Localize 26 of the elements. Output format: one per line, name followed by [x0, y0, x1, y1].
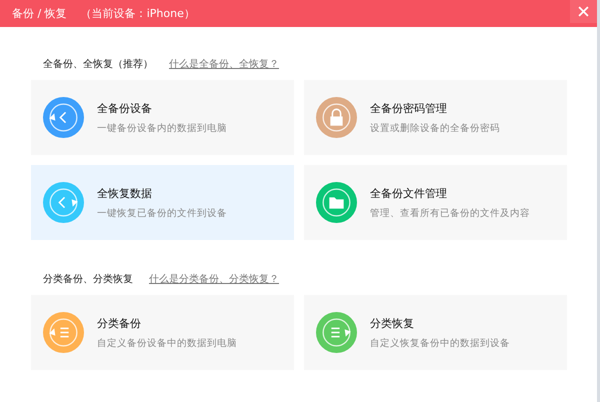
card-description: 自定义备份设备中的数据到电脑	[97, 336, 237, 350]
section-heading: 分类备份、分类恢复	[43, 272, 133, 286]
window-title: 备份 / 恢复	[12, 6, 67, 21]
card-description: 自定义恢复备份中的数据到设备	[370, 336, 510, 350]
close-icon	[578, 6, 589, 17]
device-label: （当前设备：iPhone）	[80, 6, 195, 21]
option-card[interactable]: 分类恢复 自定义恢复备份中的数据到设备	[304, 295, 567, 370]
help-link[interactable]: 什么是分类备份、分类恢复？	[149, 272, 279, 286]
help-link[interactable]: 什么是全备份、全恢复？	[169, 57, 279, 71]
card-description: 一键备份设备内的数据到电脑	[97, 122, 227, 134]
card-title: 分类备份	[97, 316, 142, 330]
card-title: 全备份密码管理	[370, 100, 448, 116]
card-description: 设置或删除设备的全备份密码	[370, 122, 500, 134]
card-description: 一键恢复已备份的文件到设备	[97, 206, 227, 220]
section-heading: 全备份、全恢复（推荐）	[43, 58, 153, 71]
option-card[interactable]: 分类备份 自定义备份设备中的数据到电脑	[31, 295, 294, 370]
close-button[interactable]	[570, 0, 597, 23]
card-title: 全备份文件管理	[370, 186, 448, 200]
card-title: 全恢复数据	[97, 186, 153, 200]
option-card[interactable]: 全备份设备 一键备份设备内的数据到电脑	[31, 80, 294, 155]
card-description: 管理、查看所有已备份的文件及内容	[370, 206, 530, 220]
card-title: 分类恢复	[370, 316, 415, 330]
option-card[interactable]: 全备份密码管理 设置或删除设备的全备份密码	[304, 80, 567, 155]
option-card[interactable]: 全恢复数据 一键恢复已备份的文件到设备	[31, 165, 294, 240]
card-title: 全备份设备	[97, 100, 153, 116]
option-card[interactable]: 全备份文件管理 管理、查看所有已备份的文件及内容	[304, 165, 567, 240]
